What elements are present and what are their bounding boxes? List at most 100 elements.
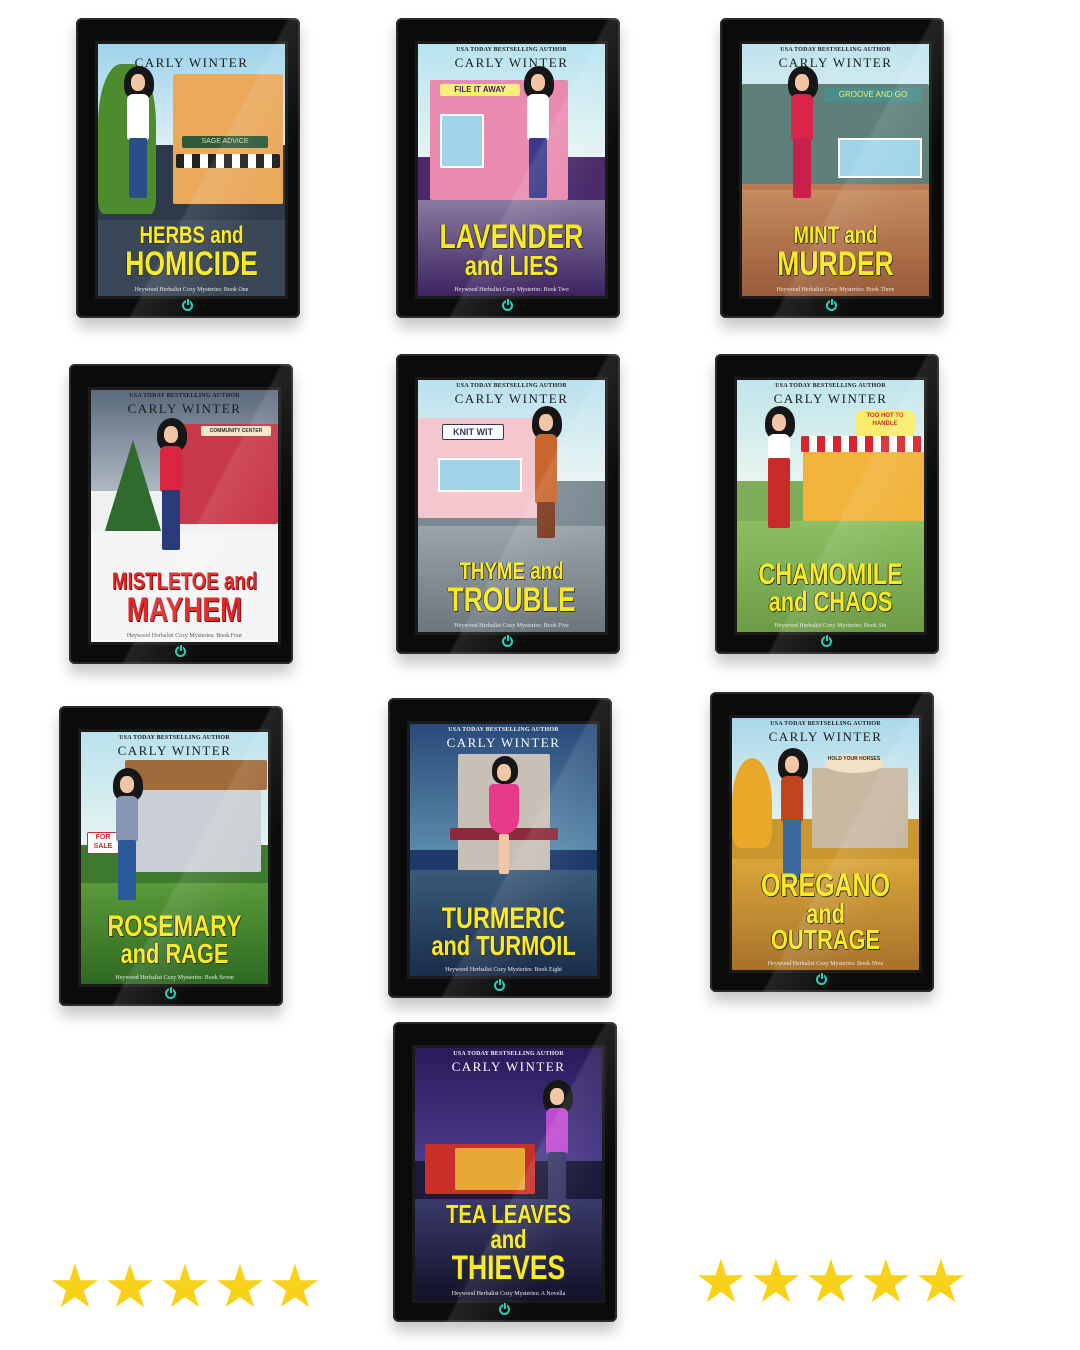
author-name: CARLY WINTER (446, 735, 561, 750)
author-tagline: USA TODAY BESTSELLING AUTHOR (770, 721, 881, 727)
series-line: Heywood Herbalist Cozy Mysteries: Book F… (126, 633, 243, 639)
book-cover-mistletoe-and-mayhem[interactable]: COMMUNITY CENTER USA TODAY BESTSELLING A… (88, 387, 281, 645)
series-line: Heywood Herbalist Cozy Mysteries: Book E… (445, 967, 562, 973)
author-name: CARLY WINTER (117, 743, 232, 758)
author-tagline: USA TODAY BESTSELLING AUTHOR (775, 383, 886, 389)
author-name: CARLY WINTER (451, 1059, 566, 1074)
shop-sign: FILE IT AWAY (440, 84, 520, 96)
series-line: Heywood Herbalist Cozy Mysteries: Book S… (774, 623, 887, 629)
tablet-book-3[interactable]: GROOVE AND GO USA TODAY BESTSELLING AUTH… (720, 18, 944, 318)
heroine-illustration (782, 66, 822, 216)
star-icon: ★ (158, 1252, 212, 1322)
author-tagline: USA TODAY BESTSELLING AUTHOR (129, 393, 240, 399)
book-cover-lavender-and-lies[interactable]: FILE IT AWAY USA TODAY BESTSELLING AUTHO… (415, 41, 608, 299)
power-icon (182, 299, 193, 311)
shop-sign: GROOVE AND GO (824, 88, 922, 102)
author-name: CARLY WINTER (454, 55, 569, 70)
shop-sign: SAGE ADVICE (182, 136, 268, 148)
series-line: Heywood Herbalist Cozy Mysteries: Book F… (454, 623, 569, 629)
star-icon: ★ (213, 1252, 267, 1322)
book-title: CHAMOMILE and CHAOS (758, 557, 903, 618)
author-name: CARLY WINTER (127, 401, 242, 416)
power-icon (502, 299, 513, 311)
power-icon (821, 635, 832, 647)
heroine-illustration (484, 756, 524, 896)
book-cover-herbs-and-homicide[interactable]: SAGE ADVICE CARLY WINTER HERBS and HOMICI… (95, 41, 288, 299)
author-name: CARLY WINTER (134, 55, 249, 70)
awning (801, 436, 924, 452)
book-cover-mint-and-murder[interactable]: GROOVE AND GO USA TODAY BESTSELLING AUTH… (739, 41, 932, 299)
power-icon (826, 299, 837, 311)
tree-autumn (732, 758, 772, 848)
author-name: CARLY WINTER (778, 55, 893, 70)
author-name: CARLY WINTER (773, 391, 888, 406)
book-title: OREGANO and OUTRAGE (761, 867, 890, 956)
tablet-book-8[interactable]: USA TODAY BESTSELLING AUTHOR CARLY WINTE… (388, 698, 612, 998)
book-title: TURMERIC and TURMOIL (431, 901, 576, 962)
author-tagline: USA TODAY BESTSELLING AUTHOR (456, 47, 567, 53)
star-icon: ★ (48, 1252, 102, 1322)
power-icon (502, 635, 513, 647)
series-line: Heywood Herbalist Cozy Mysteries: Book S… (115, 975, 234, 981)
tablet-book-5[interactable]: KNIT WIT USA TODAY BESTSELLING AUTHOR CA… (396, 354, 620, 654)
tablet-book-9[interactable]: HOLD YOUR HORSES USA TODAY BESTSELLING A… (710, 692, 934, 992)
shop-sign: KNIT WIT (442, 424, 504, 440)
author-tagline: USA TODAY BESTSELLING AUTHOR (453, 1051, 564, 1057)
author-tagline: USA TODAY BESTSELLING AUTHOR (780, 47, 891, 53)
tablet-book-6[interactable]: TOO HOT TO HANDLE USA TODAY BESTSELLING … (715, 354, 939, 654)
book-title: MISTLETOE and MAYHEM (111, 567, 258, 629)
power-icon (494, 979, 505, 991)
book-cover-oregano-and-outrage[interactable]: HOLD YOUR HORSES USA TODAY BESTSELLING A… (729, 715, 922, 973)
series-line: Heywood Herbalist Cozy Mysteries: Book O… (134, 287, 249, 293)
heroine-illustration (107, 768, 147, 908)
book-cover-thyme-and-trouble[interactable]: KNIT WIT USA TODAY BESTSELLING AUTHOR CA… (415, 377, 608, 635)
book-title: TEA LEAVES and THIEVES (445, 1199, 572, 1287)
power-icon (499, 1303, 510, 1315)
book-cover-chamomile-and-chaos[interactable]: TOO HOT TO HANDLE USA TODAY BESTSELLING … (734, 377, 927, 635)
book-cover-rosemary-and-rage[interactable]: FOR SALE USA TODAY BESTSELLING AUTHOR CA… (78, 729, 271, 987)
star-rating-right: ★ ★ ★ ★ ★ (694, 1247, 968, 1317)
star-icon: ★ (103, 1252, 157, 1322)
book-title: MINT and MURDER (777, 221, 894, 283)
star-rating-left: ★ ★ ★ ★ ★ (48, 1252, 322, 1322)
star-icon: ★ (914, 1247, 968, 1317)
saloon (812, 768, 908, 848)
series-line: Heywood Herbalist Cozy Mysteries: Book T… (454, 287, 569, 293)
heroine-illustration (518, 66, 558, 216)
star-icon: ★ (859, 1247, 913, 1317)
star-icon: ★ (694, 1247, 748, 1317)
book-cover-tea-leaves-and-thieves[interactable]: USA TODAY BESTSELLING AUTHOR CARLY WINTE… (412, 1045, 605, 1303)
book-cover-turmeric-and-turmoil[interactable]: USA TODAY BESTSELLING AUTHOR CARLY WINTE… (407, 721, 600, 979)
power-icon (816, 973, 827, 985)
heroine-illustration (526, 406, 566, 556)
heroine-illustration (151, 418, 191, 563)
author-name: CARLY WINTER (768, 729, 883, 744)
book-title: THYME and TROUBLE (447, 557, 576, 619)
tablet-book-7[interactable]: FOR SALE USA TODAY BESTSELLING AUTHOR CA… (59, 706, 283, 1006)
series-line: Heywood Herbalist Cozy Mysteries: A Nove… (451, 1291, 566, 1297)
heroine-illustration (118, 66, 158, 206)
star-icon: ★ (749, 1247, 803, 1317)
shop-sign: TOO HOT TO HANDLE (855, 410, 915, 438)
author-tagline: USA TODAY BESTSELLING AUTHOR (119, 735, 230, 741)
shop-sign: HOLD YOUR HORSES (824, 754, 884, 773)
author-tagline: USA TODAY BESTSELLING AUTHOR (448, 727, 559, 733)
truck-cargo (455, 1148, 525, 1190)
heroine-illustration (759, 406, 799, 556)
series-line: Heywood Herbalist Cozy Mysteries: Book N… (767, 961, 884, 967)
tablet-book-1[interactable]: SAGE ADVICE CARLY WINTER HERBS and HOMICI… (76, 18, 300, 318)
power-icon (165, 987, 176, 999)
book-title: LAVENDER and LIES (439, 218, 584, 282)
shop-sign: COMMUNITY CENTER (201, 426, 271, 436)
author-name: CARLY WINTER (454, 391, 569, 406)
awning (176, 154, 280, 168)
power-icon (175, 645, 186, 657)
star-icon: ★ (804, 1247, 858, 1317)
tablet-book-2[interactable]: FILE IT AWAY USA TODAY BESTSELLING AUTHO… (396, 18, 620, 318)
series-line: Heywood Herbalist Cozy Mysteries: Book T… (776, 287, 895, 293)
tablet-book-4[interactable]: COMMUNITY CENTER USA TODAY BESTSELLING A… (69, 364, 293, 664)
star-icon: ★ (268, 1252, 322, 1322)
book-title: ROSEMARY and RAGE (107, 909, 242, 970)
tablet-book-10[interactable]: USA TODAY BESTSELLING AUTHOR CARLY WINTE… (393, 1022, 617, 1322)
book-title: HERBS and HOMICIDE (125, 221, 258, 283)
